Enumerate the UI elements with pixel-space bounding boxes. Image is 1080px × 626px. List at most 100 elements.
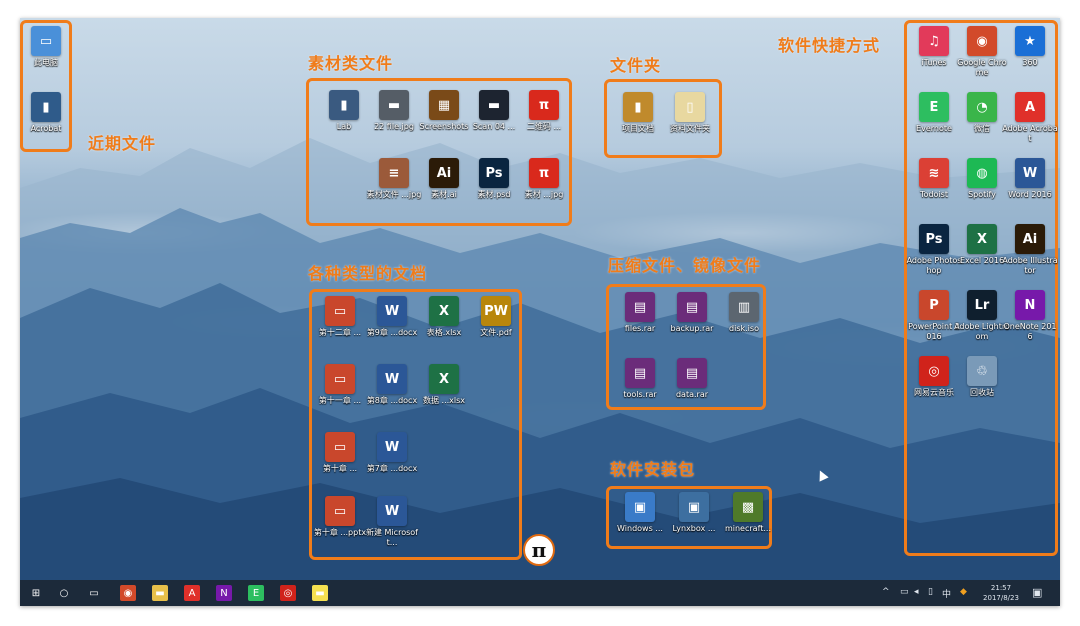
desktop-icon-apps[interactable]: W Word 2016: [1002, 158, 1058, 200]
desktop-icon-apps[interactable]: A Adobe Acrobat: [1002, 92, 1058, 144]
desktop-icon-docs[interactable]: PW 文件.pdf: [468, 296, 524, 338]
desktop-icon-docs[interactable]: ▭ 第十章 ...pptx: [312, 496, 368, 538]
tray-chevron-icon[interactable]: ^: [882, 587, 890, 597]
desktop-icon-apps[interactable]: N OneNote 2016: [1002, 290, 1058, 342]
desktop-icon-material[interactable]: Ai 素材.ai: [416, 158, 472, 200]
setup-box-icon: ▣: [679, 492, 709, 522]
file-explorer-icon[interactable]: ▬: [152, 585, 168, 601]
desktop-icon-apps[interactable]: ♲ 回收站: [954, 356, 1010, 398]
onenote-app-icon: N: [1015, 290, 1045, 320]
desktop-icon-label: 资料文件夹: [670, 124, 710, 133]
chrome-taskbar-icon[interactable]: ◉: [120, 585, 136, 601]
desktop-icon-label: 回收站: [970, 388, 994, 397]
desktop-icon-recent[interactable]: ▭ 此电脑: [20, 26, 74, 68]
archives-label: 压缩文件、镜像文件: [608, 256, 762, 275]
desktop-icon-archives[interactable]: ▤ files.rar: [612, 292, 668, 334]
desktop-icon-material[interactable]: ≡ 素材文件 ...jpg: [366, 158, 422, 200]
folders-label: 文件夹: [610, 56, 662, 75]
desktop-icon-material[interactable]: ▬ 22 file.jpg: [366, 90, 422, 132]
desktop-icon-apps[interactable]: Ai Adobe Illustrator: [1002, 224, 1058, 276]
desktop-icon-label: Scan 04 ...: [472, 122, 516, 131]
desktop-icon-label: 文件.pdf: [480, 328, 512, 337]
desktop-icon-material[interactable]: ▦ Screenshots: [416, 90, 472, 132]
desktop-icon-docs[interactable]: W 新建 Microsoft...: [364, 496, 420, 548]
netease-taskbar-icon[interactable]: ◎: [280, 585, 296, 601]
desktop-icon-docs[interactable]: W 第9章 ...docx: [364, 296, 420, 338]
windows-start-icon[interactable]: ⊞: [28, 585, 44, 601]
installer-icon: ▣: [625, 492, 655, 522]
excel-file-icon: X: [429, 296, 459, 326]
desktop-icon-installers[interactable]: ▩ minecraft...: [720, 492, 776, 534]
pi-logo-file-icon: π: [529, 158, 559, 188]
desktop-icon-docs[interactable]: ▭ 第十一章 ...: [312, 364, 368, 406]
taskbar-clock[interactable]: 21:57 2017/8/23: [976, 583, 1026, 603]
taskbar: ⊞ ○ ▭ ◉ ▬ A N E ◎ ▬ ^ ▭ ◂ ▯ 中 ◆ 21:57 2017/8/23 ▣: [20, 580, 1060, 606]
desktop-icon-archives[interactable]: ▤ tools.rar: [612, 358, 668, 400]
desktop-icon-label: 第十一章 ...: [318, 396, 362, 405]
pptx-file-icon: ▭: [325, 496, 355, 526]
pi-file-icon: π: [529, 90, 559, 120]
desktop-icon-installers[interactable]: ▣ Windows ...: [612, 492, 668, 534]
desktop-icon-apps[interactable]: ★ 360: [1002, 26, 1058, 68]
illustrator-app-icon: Ai: [1015, 224, 1045, 254]
desktop-icon-label: files.rar: [624, 324, 656, 333]
task-view-icon[interactable]: ▭: [86, 585, 102, 601]
desktop-icon-material[interactable]: π 二维码 ...: [516, 90, 572, 132]
pdf-file-icon: PW: [481, 296, 511, 326]
winrar-archive-icon: ▤: [625, 358, 655, 388]
sticky-notes-icon[interactable]: ▬: [312, 585, 328, 601]
desktop-icon-label: Acrobat: [30, 124, 62, 133]
spotify-icon: ◍: [967, 158, 997, 188]
desktop-icon-label: Adobe Illustrator: [1002, 256, 1058, 275]
minecraft-icon: ▩: [733, 492, 763, 522]
tray-network-icon[interactable]: ▭: [900, 587, 909, 597]
folder-icon: ▮: [623, 92, 653, 122]
acrobat-taskbar-icon[interactable]: A: [184, 585, 200, 601]
desktop-icon-installers[interactable]: ▣ Lynxbox ...: [666, 492, 722, 534]
pptx-file-icon: ▭: [325, 432, 355, 462]
desktop-icon-archives[interactable]: ▤ backup.rar: [664, 292, 720, 334]
desktop-icon-label: 第十章 ...pptx: [313, 528, 367, 537]
tray-security-icon[interactable]: ◆: [960, 587, 967, 597]
photo-file-icon: ▮: [329, 90, 359, 120]
desktop-icon-docs[interactable]: ▭ 第十章 ...: [312, 432, 368, 474]
star-app-icon: ★: [1015, 26, 1045, 56]
desktop-icon-docs[interactable]: W 第8章 ...docx: [364, 364, 420, 406]
desktop-icon-docs[interactable]: X 数据 ...xlsx: [416, 364, 472, 406]
desktop-icon-docs[interactable]: W 第7章 ...docx: [364, 432, 420, 474]
tray-power-icon[interactable]: ▯: [928, 587, 933, 597]
desktop-icon-folders[interactable]: ▯ 资料文件夹: [662, 92, 718, 134]
desktop-icon-material[interactable]: ▬ Scan 04 ...: [466, 90, 522, 132]
desktop-icon-material[interactable]: Ps 素材.psd: [466, 158, 522, 200]
material-files-label: 素材类文件: [308, 54, 394, 73]
recent-files-label: 近期文件: [88, 134, 157, 153]
striped-doc-icon: ≡: [379, 158, 409, 188]
desktop-icon-material[interactable]: ▮ Lab: [316, 90, 372, 132]
grid-image-icon: ▦: [429, 90, 459, 120]
cortana-search-icon[interactable]: ○: [56, 585, 72, 601]
desktop-icon-docs[interactable]: X 表格.xlsx: [416, 296, 472, 338]
word-file-icon: W: [377, 364, 407, 394]
netease-music-icon: ◎: [919, 356, 949, 386]
tray-ime-indicator[interactable]: 中: [942, 587, 951, 600]
desktop-icon-archives[interactable]: ▥ disk.iso: [716, 292, 772, 334]
desktop-icon-docs[interactable]: ▭ 第十二章 ...: [312, 296, 368, 338]
todoist-icon: ≋: [919, 158, 949, 188]
computer-icon: ▭: [31, 26, 61, 56]
onenote-taskbar-icon[interactable]: N: [216, 585, 232, 601]
evernote-taskbar-icon[interactable]: E: [248, 585, 264, 601]
desktop-icon-label: 项目文档: [622, 124, 654, 133]
installers-label: 软件安装包: [610, 460, 696, 479]
docs-label: 各种类型的文档: [308, 264, 428, 283]
desktop-icon-label: OneNote 2016: [1003, 322, 1057, 341]
pptx-file-icon: ▭: [325, 364, 355, 394]
desktop-icon-material[interactable]: π 素材 ...jpg: [516, 158, 572, 200]
desktop-icon-archives[interactable]: ▤ data.rar: [664, 358, 720, 400]
desktop-icon-recent[interactable]: ▮ Acrobat: [20, 92, 74, 134]
chrome-icon: ◉: [967, 26, 997, 56]
desktop-icon-folders[interactable]: ▮ 项目文档: [610, 92, 666, 134]
tray-volume-icon[interactable]: ◂: [914, 587, 919, 597]
action-center-icon[interactable]: ▣: [1032, 586, 1042, 599]
desktop: 近期文件 素材类文件 文件夹 各种类型的文档 压缩文件、镜像文件 软件安装包 软…: [20, 18, 1060, 606]
itunes-icon: ♫: [919, 26, 949, 56]
